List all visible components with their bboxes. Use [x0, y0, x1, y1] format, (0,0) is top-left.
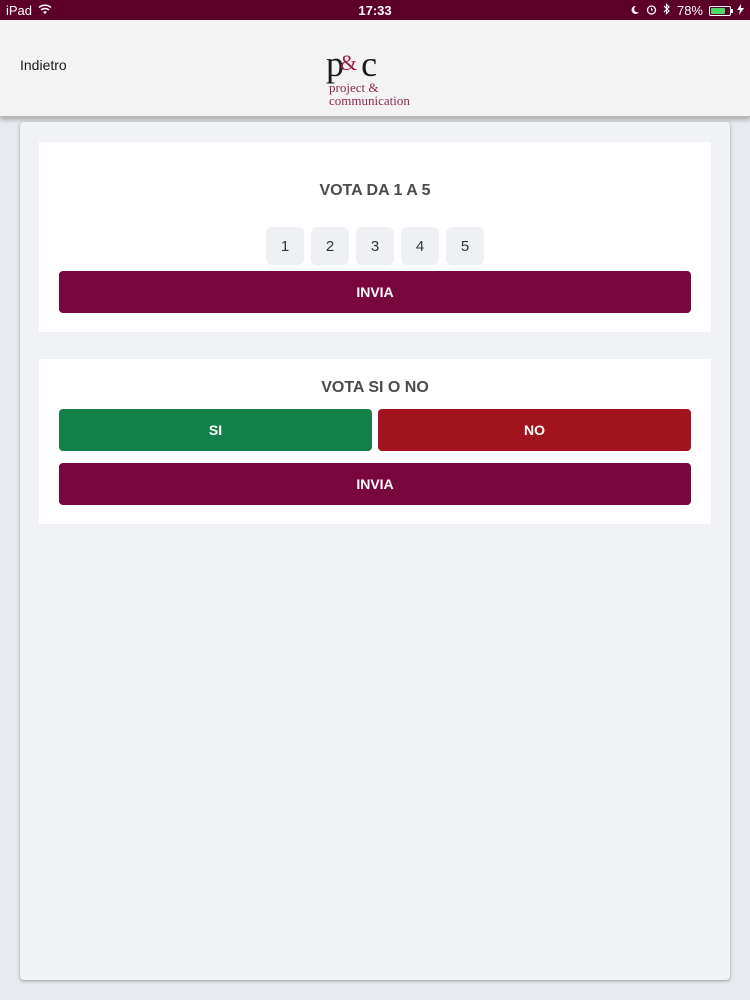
- yesno-card: VOTA SI O NO SI NO INVIA: [39, 359, 711, 524]
- battery-percent: 78%: [676, 3, 703, 18]
- rating-options: 1 2 3 4 5: [39, 227, 711, 265]
- nav-bar: Indietro p& c project & communication: [0, 20, 750, 117]
- rating-card: VOTA DA 1 A 5 1 2 3 4 5 INVIA: [39, 142, 711, 332]
- rating-option-2[interactable]: 2: [311, 227, 349, 265]
- logo-text-communication: communication: [329, 93, 410, 108]
- back-button[interactable]: Indietro: [20, 57, 67, 73]
- logo: p& c project & communication: [326, 46, 436, 108]
- battery-fill: [711, 7, 726, 14]
- rating-submit-button[interactable]: INVIA: [59, 271, 691, 313]
- bluetooth-icon: [663, 3, 671, 18]
- yes-button[interactable]: SI: [59, 409, 372, 451]
- battery-icon: [709, 5, 733, 16]
- alarm-icon: [646, 3, 657, 18]
- rating-option-5[interactable]: 5: [446, 227, 484, 265]
- content-panel: VOTA DA 1 A 5 1 2 3 4 5 INVIA VOTA SI O …: [20, 122, 730, 980]
- moon-icon: [630, 3, 640, 18]
- status-right: 78%: [630, 3, 744, 18]
- status-bar: iPad 17:33 78%: [0, 0, 750, 20]
- rating-option-3[interactable]: 3: [356, 227, 394, 265]
- yesno-submit-button[interactable]: INVIA: [59, 463, 691, 505]
- logo-mark-amp: &: [340, 50, 358, 75]
- charging-icon: [737, 3, 744, 18]
- no-button[interactable]: NO: [378, 409, 691, 451]
- yesno-card-title: VOTA SI O NO: [321, 379, 429, 396]
- rating-option-4[interactable]: 4: [401, 227, 439, 265]
- rating-option-1[interactable]: 1: [266, 227, 304, 265]
- logo-mark-c: c: [361, 44, 378, 84]
- battery-tip: [731, 8, 733, 13]
- rating-card-title: VOTA DA 1 A 5: [319, 182, 431, 199]
